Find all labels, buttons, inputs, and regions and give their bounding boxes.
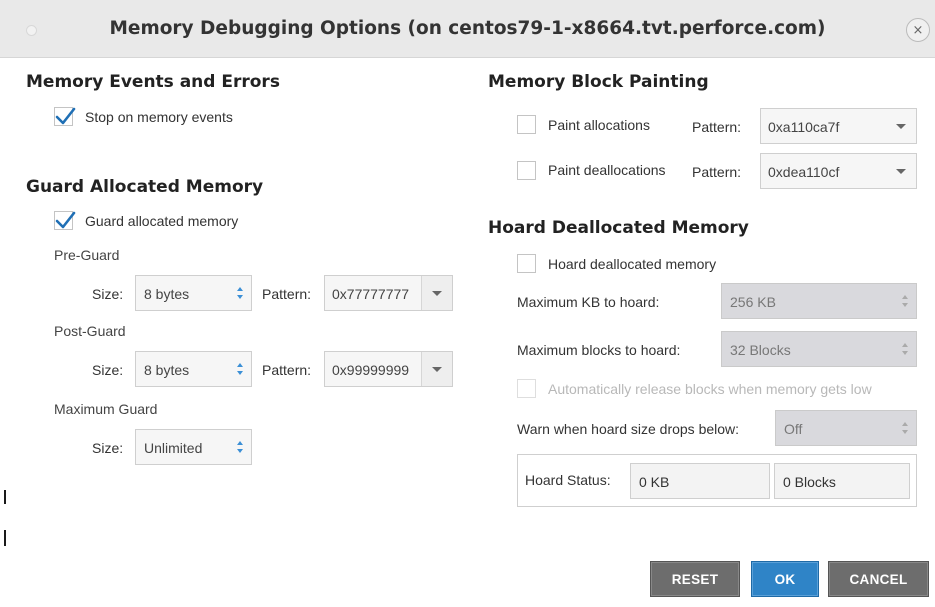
ok-button[interactable]: OK: [751, 561, 819, 597]
cancel-button[interactable]: CANCEL: [828, 561, 929, 597]
chevron-down-icon: [896, 169, 906, 174]
pre-guard-size-value: 8 bytes: [144, 286, 190, 302]
max-blocks-value: 32 Blocks: [730, 342, 791, 358]
up-down-arrows-icon[interactable]: [236, 284, 244, 302]
close-button[interactable]: ×: [906, 18, 930, 42]
post-guard-size-label: Size:: [92, 362, 124, 378]
pre-guard-title: Pre-Guard: [54, 247, 120, 263]
paint-allocations-label: Paint allocations: [548, 117, 650, 133]
combo-button[interactable]: [886, 154, 916, 188]
post-guard-pattern-label: Pattern:: [262, 362, 312, 378]
max-guard-size-label: Size:: [92, 440, 124, 456]
hoard-status-label: Hoard Status:: [525, 472, 611, 488]
post-guard-title: Post-Guard: [54, 323, 126, 339]
pre-guard-size-spinner[interactable]: 8 bytes: [135, 275, 252, 311]
max-blocks-spinner[interactable]: 32 Blocks: [721, 331, 917, 367]
hoard-status-box: Hoard Status: 0 KB 0 Blocks: [517, 454, 917, 507]
dialog-title: Memory Debugging Options (on centos79-1-…: [109, 18, 826, 39]
up-down-arrows-icon[interactable]: [901, 419, 909, 437]
post-guard-size-value: 8 bytes: [144, 362, 190, 378]
post-guard-pattern-value: 0x99999999: [332, 362, 410, 378]
up-down-arrows-icon[interactable]: [901, 292, 909, 310]
pre-guard-pattern-value: 0x77777777: [332, 286, 410, 302]
up-down-arrows-icon[interactable]: [236, 360, 244, 378]
paint-dealloc-pattern-combo[interactable]: 0xdea110cf: [760, 153, 917, 189]
stop-on-memory-events-checkbox[interactable]: [54, 107, 76, 126]
max-kb-spinner[interactable]: 256 KB: [721, 283, 917, 319]
section-title-guard: Guard Allocated Memory: [26, 177, 264, 197]
hoard-status-blocks-value: 0 Blocks: [783, 474, 836, 490]
chevron-down-icon: [432, 367, 442, 372]
max-kb-value: 256 KB: [730, 294, 776, 310]
max-guard-size-spinner[interactable]: Unlimited: [135, 429, 252, 465]
paint-alloc-pattern-combo[interactable]: 0xa110ca7f: [760, 108, 917, 144]
combo-button[interactable]: [421, 276, 452, 310]
warn-below-label: Warn when hoard size drops below:: [517, 421, 740, 437]
auto-release-checkbox[interactable]: [517, 379, 536, 398]
max-blocks-label: Maximum blocks to hoard:: [517, 342, 681, 358]
pre-guard-size-label: Size:: [92, 286, 124, 302]
stop-on-memory-events-label: Stop on memory events: [85, 109, 233, 125]
post-guard-pattern-combo[interactable]: 0x99999999: [324, 351, 453, 387]
check-icon: [55, 107, 76, 125]
paint-alloc-pattern-label: Pattern:: [692, 119, 742, 135]
section-title-block-painting: Memory Block Painting: [488, 72, 709, 92]
auto-release-label: Automatically release blocks when memory…: [548, 381, 872, 397]
memory-debugging-dialog: Memory Debugging Options (on centos79-1-…: [0, 0, 935, 607]
section-title-hoard: Hoard Deallocated Memory: [488, 218, 749, 238]
chevron-down-icon: [896, 124, 906, 129]
close-icon: ×: [912, 22, 924, 38]
check-icon: [55, 211, 76, 229]
pre-guard-pattern-label: Pattern:: [262, 286, 312, 302]
hoard-deallocated-memory-label: Hoard deallocated memory: [548, 256, 717, 272]
guard-allocated-memory-checkbox[interactable]: [54, 211, 76, 230]
warn-below-spinner[interactable]: Off: [775, 410, 917, 446]
section-title-memory-events: Memory Events and Errors: [26, 72, 280, 92]
hoard-deallocated-memory-checkbox[interactable]: [517, 254, 536, 273]
max-guard-title: Maximum Guard: [54, 401, 158, 417]
paint-deallocations-checkbox[interactable]: [517, 161, 536, 180]
paint-allocations-checkbox[interactable]: [517, 115, 536, 134]
paint-alloc-pattern-value: 0xa110ca7f: [768, 119, 840, 135]
max-kb-label: Maximum KB to hoard:: [517, 294, 660, 310]
pre-guard-pattern-combo[interactable]: 0x77777777: [324, 275, 453, 311]
combo-button[interactable]: [421, 352, 452, 386]
up-down-arrows-icon[interactable]: [236, 438, 244, 456]
guard-allocated-memory-label: Guard allocated memory: [85, 213, 239, 229]
hoard-status-kb: 0 KB: [630, 463, 770, 499]
paint-deallocations-label: Paint deallocations: [548, 162, 666, 178]
title-bar[interactable]: Memory Debugging Options (on centos79-1-…: [0, 0, 935, 58]
chevron-down-icon: [432, 291, 442, 296]
hoard-status-kb-value: 0 KB: [639, 474, 670, 490]
up-down-arrows-icon[interactable]: [901, 340, 909, 358]
post-guard-size-spinner[interactable]: 8 bytes: [135, 351, 252, 387]
max-guard-size-value: Unlimited: [144, 440, 203, 456]
warn-below-value: Off: [784, 421, 803, 437]
edge-artifact: [4, 490, 6, 504]
reset-button[interactable]: RESET: [650, 561, 740, 597]
combo-button[interactable]: [886, 109, 916, 143]
paint-dealloc-pattern-label: Pattern:: [692, 164, 742, 180]
edge-artifact: [4, 530, 6, 546]
hoard-status-blocks: 0 Blocks: [774, 463, 910, 499]
paint-dealloc-pattern-value: 0xdea110cf: [768, 164, 840, 180]
